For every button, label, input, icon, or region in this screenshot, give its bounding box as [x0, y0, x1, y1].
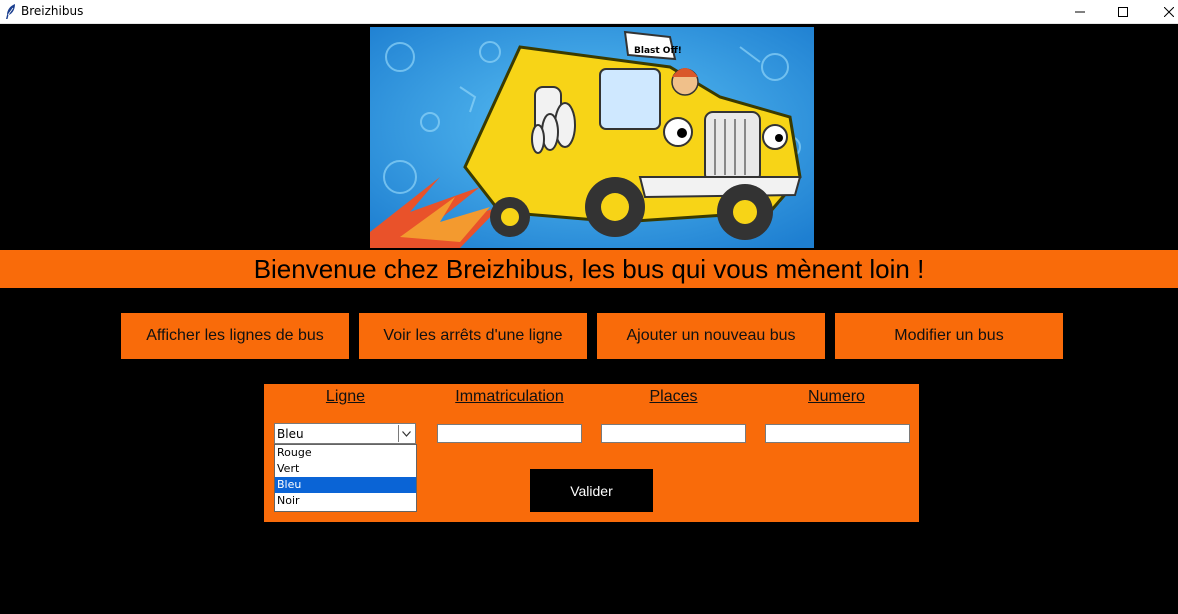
hero-sign-text: Blast Off! — [634, 46, 682, 56]
show-bus-lines-button[interactable]: Afficher les lignes de bus — [121, 313, 349, 359]
ligne-combobox[interactable]: Bleu — [274, 423, 416, 444]
numero-header: Numero — [808, 388, 865, 405]
maximize-button[interactable] — [1100, 0, 1146, 24]
edit-bus-button[interactable]: Modifier un bus — [835, 313, 1063, 359]
ligne-option-bleu[interactable]: Bleu — [275, 477, 416, 493]
add-bus-button[interactable]: Ajouter un nouveau bus — [597, 313, 825, 359]
ligne-combobox-value: Bleu — [277, 427, 304, 441]
chevron-down-icon[interactable] — [398, 425, 414, 442]
ligne-option-vert[interactable]: Vert — [275, 461, 416, 477]
close-button[interactable] — [1146, 0, 1178, 24]
immatriculation-header: Immatriculation — [455, 388, 564, 405]
minimize-icon — [1075, 7, 1085, 17]
close-icon — [1164, 7, 1174, 17]
ligne-option-rouge[interactable]: Rouge — [275, 445, 416, 461]
welcome-banner: Bienvenue chez Breizhibus, les bus qui v… — [0, 250, 1178, 288]
maximize-icon — [1118, 7, 1128, 17]
hero-image: Blast Off! — [370, 27, 814, 248]
ligne-header: Ligne — [325, 388, 366, 405]
show-line-stops-button[interactable]: Voir les arrêts d'une ligne — [359, 313, 587, 359]
ligne-dropdown-list[interactable]: Rouge Vert Bleu Noir — [274, 444, 417, 512]
window-title: Breizhibus — [21, 4, 84, 18]
window-titlebar: Breizhibus — [0, 0, 1178, 24]
ligne-option-noir[interactable]: Noir — [275, 493, 416, 509]
minimize-button[interactable] — [1057, 0, 1103, 24]
feather-icon — [4, 3, 18, 20]
valider-button[interactable]: Valider — [530, 469, 653, 512]
numero-input[interactable] — [765, 424, 910, 443]
add-bus-form: Ligne Immatriculation Places Numero Bleu… — [264, 384, 919, 522]
places-input[interactable] — [601, 424, 746, 443]
immatriculation-input[interactable] — [437, 424, 582, 443]
places-header: Places — [649, 388, 698, 405]
